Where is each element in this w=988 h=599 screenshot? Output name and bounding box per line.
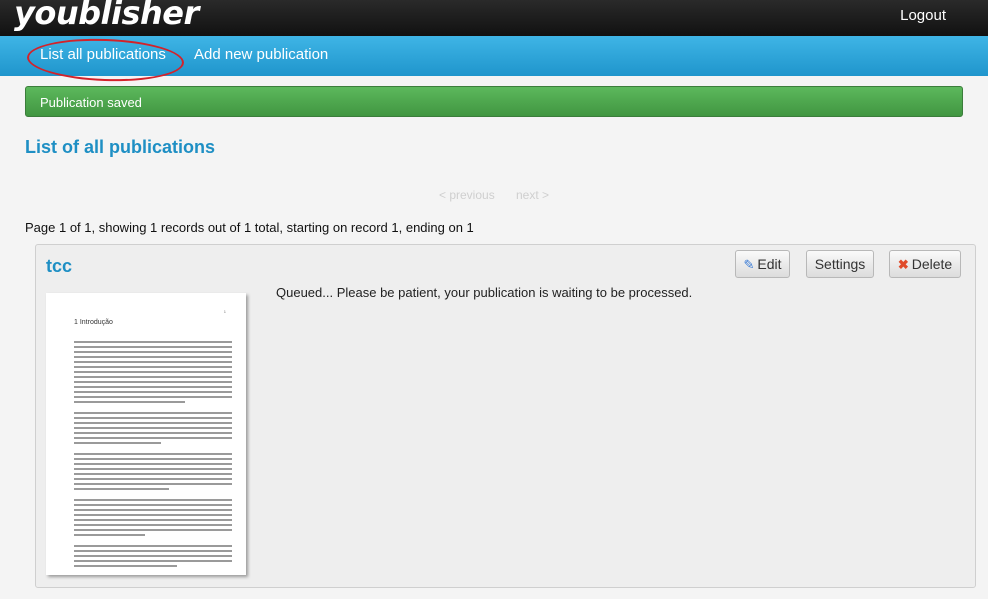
thumbnail-text-line (74, 361, 232, 363)
settings-button[interactable]: Settings (806, 250, 874, 278)
thumbnail-text-line (74, 422, 232, 424)
thumbnail-text-line (74, 391, 232, 393)
thumbnail-text-line (74, 412, 232, 414)
settings-label: Settings (814, 256, 866, 272)
thumbnail-text-line (74, 458, 232, 460)
thumbnail-text-line (74, 483, 232, 485)
publication-title[interactable]: tcc (46, 256, 72, 277)
thumbnail-text-line (74, 524, 232, 526)
pencil-icon: ✎ (743, 257, 755, 272)
thumbnail-text-line (74, 401, 185, 403)
pager-next[interactable]: next > (516, 188, 549, 202)
thumbnail-text-line (74, 560, 232, 562)
thumbnail-text-line (74, 499, 232, 501)
thumbnail-text-line (74, 351, 232, 353)
thumbnail-text-line (74, 509, 232, 511)
thumbnail-text-lines (74, 341, 232, 575)
thumbnail-page-number: 1 (223, 309, 226, 314)
thumbnail-text-line (74, 386, 232, 388)
success-alert: Publication saved (25, 86, 963, 117)
thumbnail-text-line (74, 453, 232, 455)
nav-add-new-publication[interactable]: Add new publication (194, 46, 328, 63)
thumbnail-text-line (74, 346, 232, 348)
thumbnail-text-line (74, 463, 232, 465)
pager-previous[interactable]: < previous (439, 188, 495, 202)
thumbnail-text-line (74, 371, 232, 373)
edit-label: Edit (757, 256, 782, 272)
thumbnail-text-line (74, 514, 232, 516)
processing-status: Queued... Please be patient, your public… (276, 285, 693, 300)
delete-button[interactable]: ✖ Delete (889, 250, 961, 278)
thumbnail-text-line (74, 381, 232, 383)
page-title: List of all publications (25, 137, 216, 157)
thumbnail-text-line (74, 504, 232, 506)
thumbnail-text-line (74, 427, 232, 429)
thumbnail-text-line (74, 366, 232, 368)
logout-link[interactable]: Logout (900, 7, 946, 24)
thumbnail-text-line (74, 396, 232, 398)
records-summary: Page 1 of 1, showing 1 records out of 1 … (25, 220, 474, 235)
thumbnail-text-line (74, 376, 232, 378)
thumbnail-text-line (74, 432, 232, 434)
thumbnail-text-line (74, 545, 232, 547)
thumbnail-text-line (74, 473, 232, 475)
publication-thumbnail[interactable]: 1 1 Introdução (46, 293, 246, 575)
thumbnail-text-line (74, 356, 232, 358)
thumbnail-text-line (74, 555, 232, 557)
thumbnail-text-line (74, 442, 161, 444)
logo[interactable]: youblisher (14, 0, 199, 32)
thumbnail-text-line (74, 488, 169, 490)
top-bar: youblisher Logout (0, 0, 988, 36)
thumbnail-chapter-heading: 1 Introdução (74, 319, 113, 326)
thumbnail-text-line (74, 534, 146, 536)
thumbnail-text-line (74, 341, 232, 343)
thumbnail-text-line (74, 519, 232, 521)
delete-x-icon: ✖ (897, 257, 909, 272)
thumbnail-text-line (74, 468, 232, 470)
edit-button[interactable]: ✎ Edit (735, 250, 790, 278)
thumbnail-text-line (74, 417, 232, 419)
thumbnail-text-line (74, 478, 232, 480)
thumbnail-text-line (74, 550, 232, 552)
thumbnail-text-line (74, 529, 232, 531)
thumbnail-text-line (74, 437, 232, 439)
thumbnail-text-line (74, 565, 177, 567)
delete-label: Delete (911, 256, 953, 272)
